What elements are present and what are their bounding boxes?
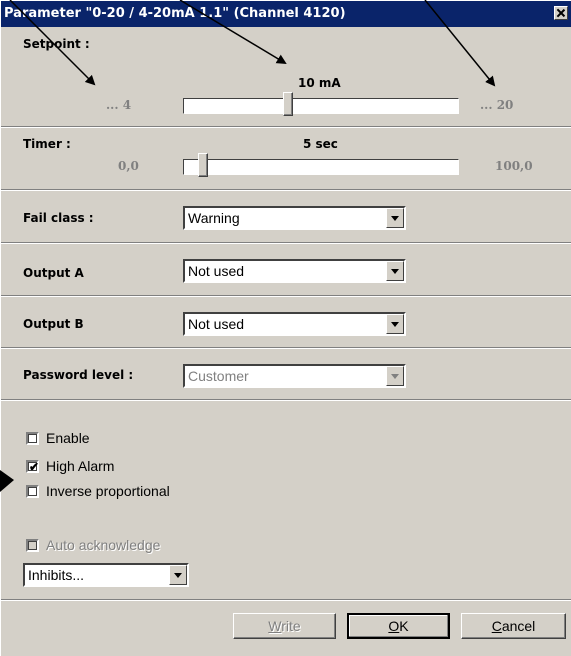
timer-max-label: 100,0 bbox=[495, 159, 533, 173]
chevron-down-icon[interactable] bbox=[386, 208, 404, 228]
close-icon[interactable] bbox=[554, 6, 568, 20]
cancel-button[interactable]: Cancel bbox=[461, 613, 566, 639]
timer-slider-thumb[interactable] bbox=[198, 153, 208, 177]
cancel-button-label: Cancel bbox=[491, 618, 536, 634]
output-a-select[interactable]: Not used bbox=[183, 259, 406, 283]
timer-slider-track[interactable] bbox=[183, 159, 459, 175]
setpoint-max-label: ... 20 bbox=[480, 98, 514, 112]
password-level-value: Customer bbox=[188, 368, 249, 384]
chevron-down-icon[interactable] bbox=[169, 565, 187, 585]
output-b-label: Output B bbox=[23, 317, 84, 331]
setpoint-label: Setpoint : bbox=[23, 37, 90, 51]
setpoint-min-label: ... 4 bbox=[106, 98, 132, 112]
password-level-select[interactable]: Customer bbox=[183, 364, 406, 388]
setpoint-value: 10 mA bbox=[298, 76, 341, 90]
ok-button[interactable]: OK bbox=[347, 613, 450, 639]
inhibits-value: Inhibits... bbox=[28, 567, 85, 583]
separator bbox=[1, 242, 571, 244]
inverse-proportional-checkbox-label[interactable]: Inverse proportional bbox=[46, 483, 170, 499]
high-alarm-checkbox[interactable]: ✔ bbox=[26, 460, 39, 473]
enable-checkbox[interactable] bbox=[26, 432, 39, 445]
timer-label: Timer : bbox=[23, 137, 71, 151]
timer-min-label: 0,0 bbox=[118, 159, 139, 173]
fail-class-value: Warning bbox=[188, 210, 240, 226]
chevron-down-icon[interactable] bbox=[386, 314, 404, 334]
auto-acknowledge-label[interactable]: Auto acknowledge bbox=[46, 537, 160, 553]
output-a-value: Not used bbox=[188, 263, 245, 279]
separator bbox=[1, 399, 571, 401]
title-bar[interactable]: Parameter "0-20 / 4-20mA 1.1" (Channel 4… bbox=[1, 1, 571, 27]
chevron-down-icon[interactable] bbox=[386, 261, 404, 281]
high-alarm-checkbox-label[interactable]: High Alarm bbox=[46, 458, 114, 474]
timer-value: 5 sec bbox=[303, 137, 338, 151]
separator bbox=[1, 295, 571, 297]
separator bbox=[1, 347, 571, 349]
output-b-select[interactable]: Not used bbox=[183, 312, 406, 336]
parameter-dialog: Parameter "0-20 / 4-20mA 1.1" (Channel 4… bbox=[0, 0, 571, 656]
setpoint-slider-thumb[interactable] bbox=[283, 92, 293, 116]
setpoint-slider-track[interactable] bbox=[183, 98, 459, 114]
checkmark-icon: ✔ bbox=[29, 460, 40, 474]
enable-checkbox-label[interactable]: Enable bbox=[46, 430, 90, 446]
write-button-label: Write bbox=[268, 618, 301, 634]
chevron-down-icon[interactable] bbox=[386, 366, 404, 386]
inverse-proportional-checkbox[interactable] bbox=[26, 485, 39, 498]
password-level-label: Password level : bbox=[23, 368, 134, 382]
output-a-label: Output A bbox=[23, 266, 84, 280]
separator bbox=[1, 126, 571, 128]
output-b-value: Not used bbox=[188, 316, 245, 332]
auto-acknowledge-checkbox[interactable] bbox=[26, 539, 39, 552]
window-title: Parameter "0-20 / 4-20mA 1.1" (Channel 4… bbox=[4, 6, 346, 21]
separator bbox=[1, 599, 571, 601]
ok-button-label: OK bbox=[388, 618, 409, 634]
separator bbox=[1, 189, 571, 191]
write-button[interactable]: Write bbox=[233, 613, 336, 639]
inhibits-select[interactable]: Inhibits... bbox=[23, 563, 189, 587]
fail-class-select[interactable]: Warning bbox=[183, 206, 406, 230]
fail-class-label: Fail class : bbox=[23, 211, 94, 225]
